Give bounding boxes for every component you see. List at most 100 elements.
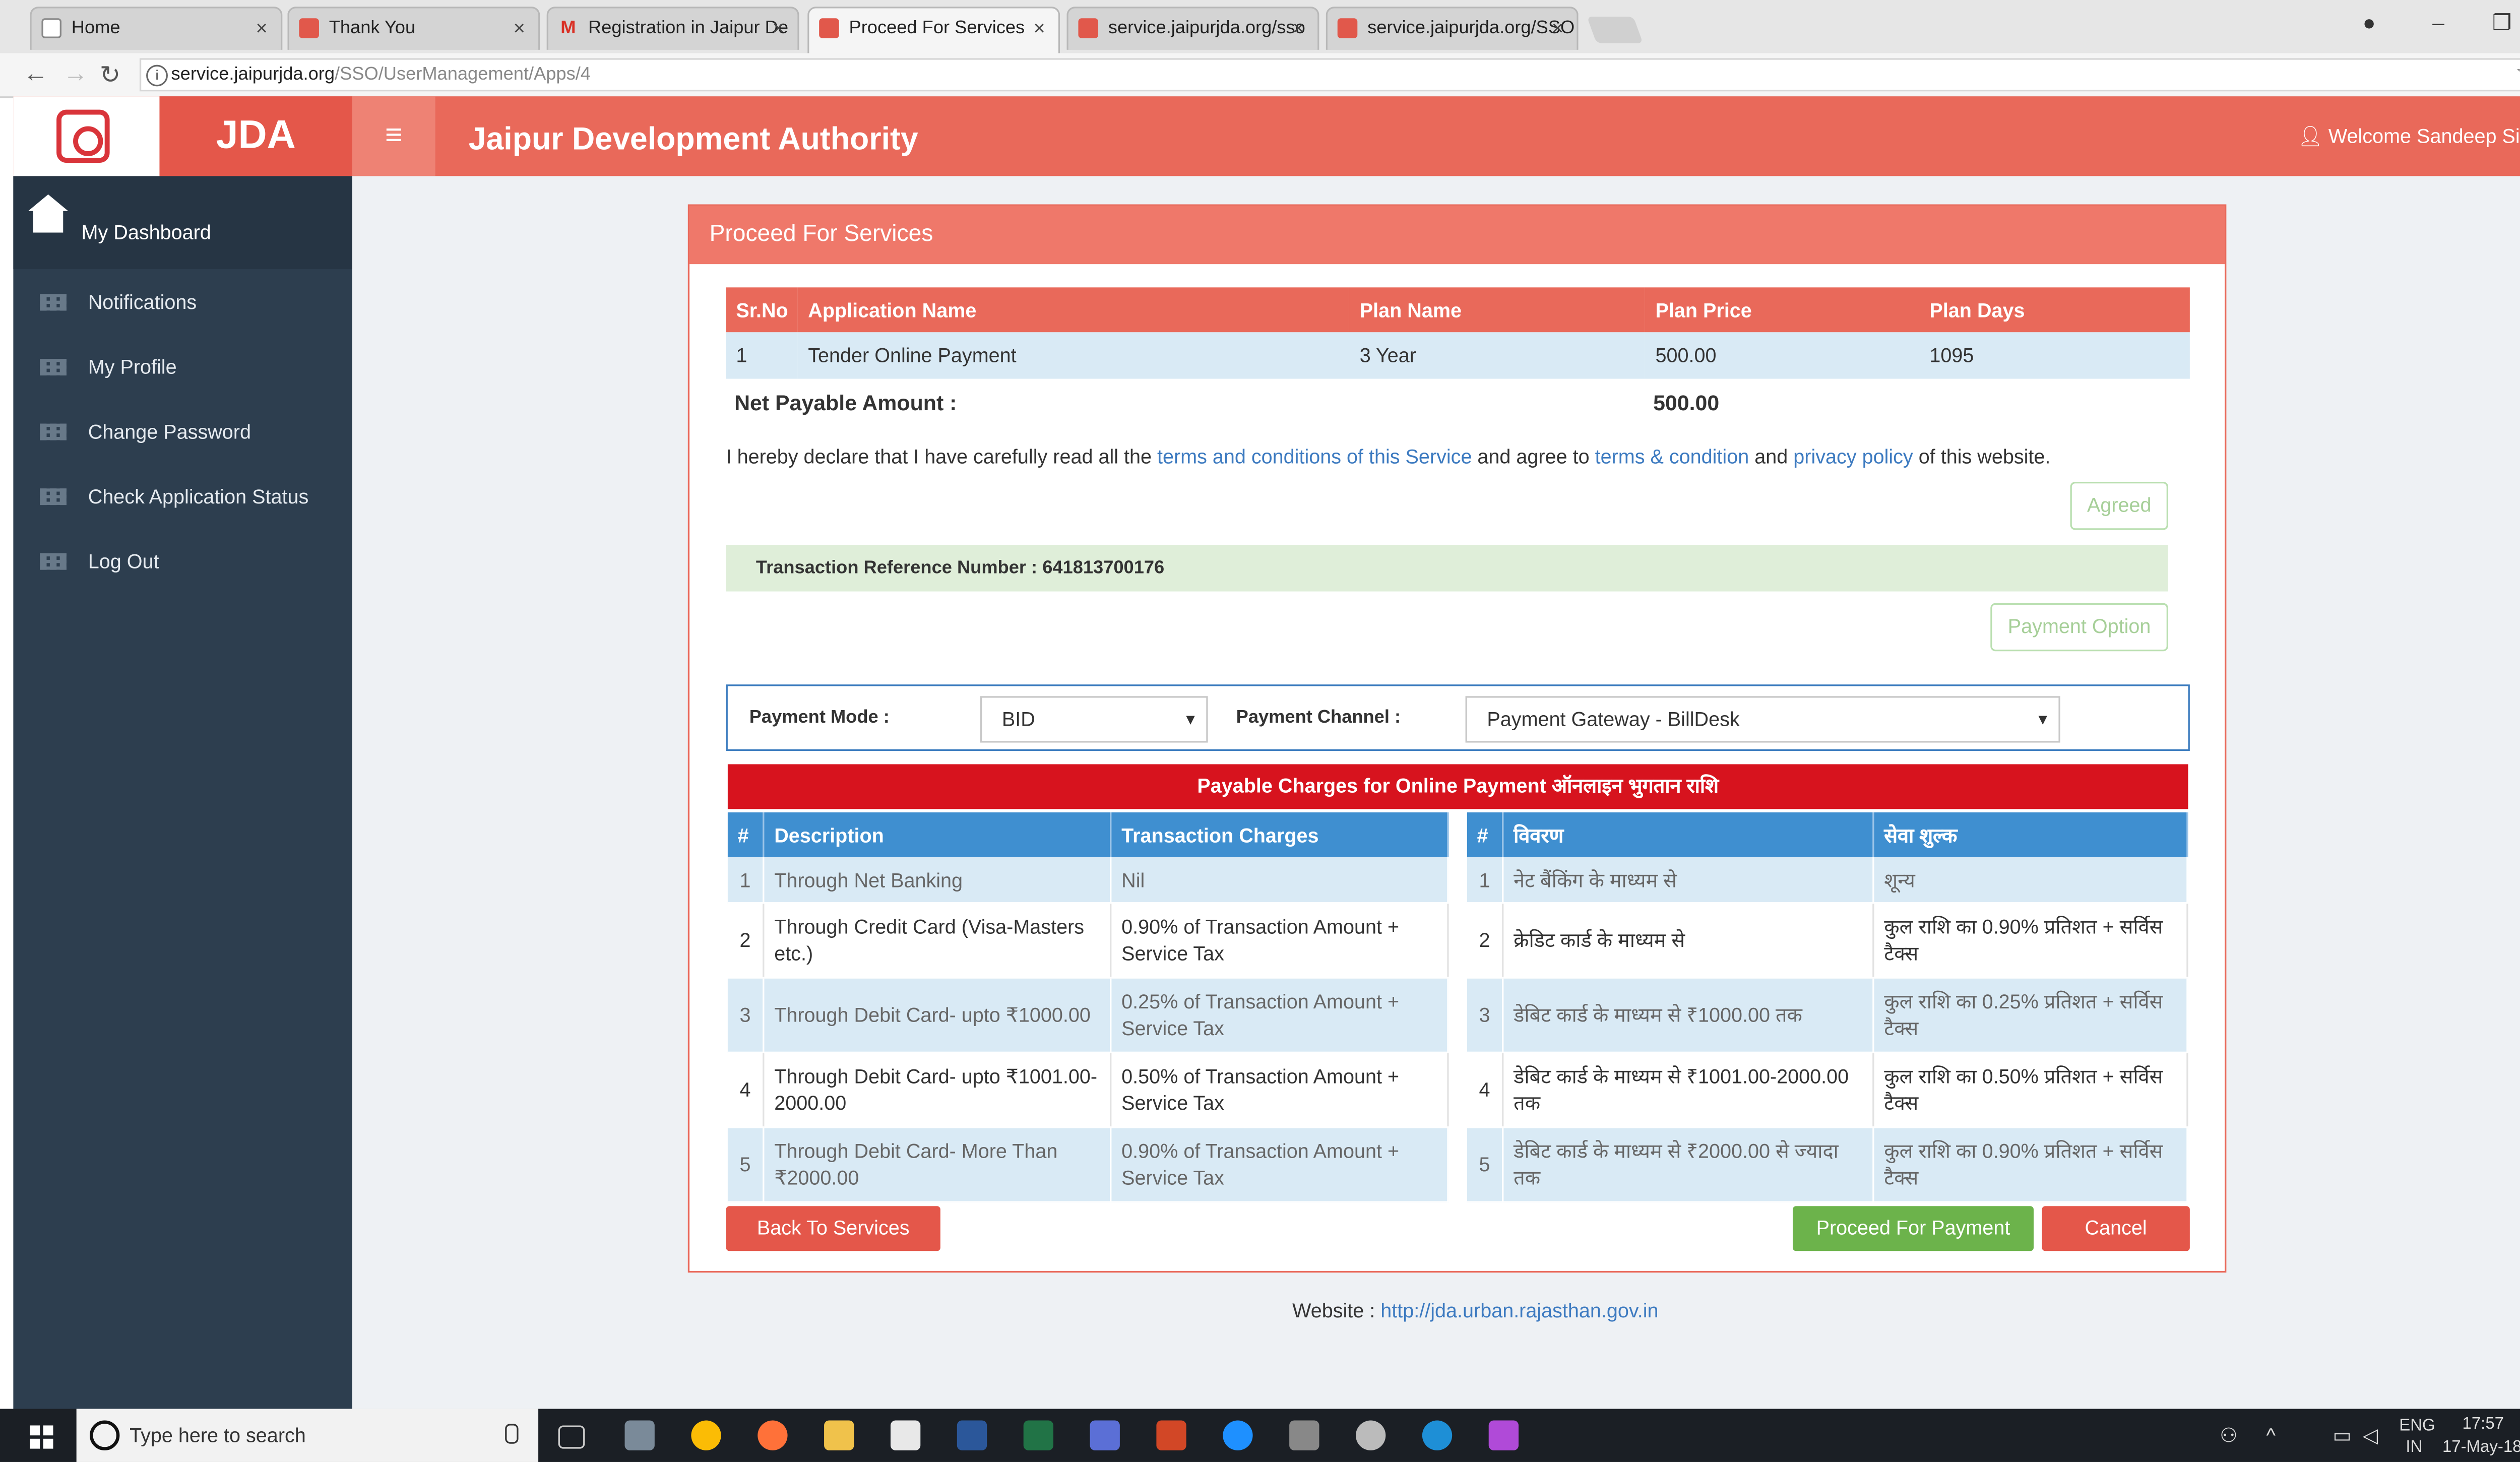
charges-table-hindi: # विवरण सेवा शुल्क 1 नेट बैंकिंग के माध्…: [1467, 812, 2188, 1203]
sidebar-item-label: Change Password: [88, 420, 251, 444]
firefox-icon[interactable]: [758, 1420, 788, 1450]
excel-icon[interactable]: [1023, 1420, 1054, 1450]
close-icon[interactable]: ×: [514, 8, 525, 49]
profile-icon[interactable]: ●: [2363, 10, 2376, 35]
table-cell: Nil: [1110, 857, 1449, 904]
user-menu[interactable]: 👤︎ Welcome Sandeep Singh ▾: [2298, 96, 2520, 176]
column-header: Application Name: [798, 287, 1350, 333]
file-explorer-icon[interactable]: [824, 1420, 854, 1450]
jda-favicon-icon: [1078, 18, 1099, 38]
column-header: विवरण: [1502, 812, 1874, 858]
mail-icon[interactable]: [890, 1420, 921, 1450]
sidebar-item-check-status[interactable]: Check Application Status: [13, 467, 352, 530]
chrome-icon[interactable]: [691, 1420, 721, 1450]
bookmark-star-icon[interactable]: ☆: [2515, 58, 2520, 86]
table-cell: शून्य: [1873, 857, 2188, 904]
close-icon[interactable]: ×: [773, 8, 784, 49]
teamviewer-icon[interactable]: [1223, 1420, 1253, 1450]
forward-arrow-icon[interactable]: →: [63, 60, 88, 88]
save-disk-icon[interactable]: [1090, 1420, 1120, 1450]
website-link[interactable]: http://jda.urban.rajasthan.gov.in: [1380, 1299, 1658, 1322]
network-icon[interactable]: ▭: [2333, 1424, 2351, 1447]
grid-icon: [40, 423, 67, 440]
agreed-button[interactable]: Agreed: [2070, 482, 2169, 530]
close-icon[interactable]: ×: [1033, 8, 1045, 49]
payment-mode-select[interactable]: BID ▼: [980, 696, 1208, 743]
jda-logo[interactable]: [13, 96, 160, 176]
app-icon[interactable]: [624, 1420, 655, 1450]
cortana-icon: [90, 1420, 120, 1450]
user-icon: 👤︎: [2297, 124, 2328, 148]
payment-channel-label: Payment Channel :: [1236, 708, 1401, 728]
windows-start-icon[interactable]: [30, 1425, 53, 1449]
close-icon[interactable]: ×: [256, 8, 268, 49]
column-header: #: [727, 812, 765, 858]
table-cell: 0.90% of Transaction Amount + Service Ta…: [1110, 903, 1449, 979]
new-tab-button[interactable]: [1587, 16, 1644, 43]
browser-tabstrip: Home × Thank You × M Registration in Jai…: [0, 0, 2520, 53]
microphone-icon[interactable]: [505, 1424, 519, 1444]
taskbar: Type here to search ⚇ ^ ▭ ◁ ENG IN 17:57…: [0, 1409, 2520, 1462]
sidebar-item-label: My Profile: [88, 355, 177, 379]
table-cell: Through Credit Card (Visa-Masters etc.): [763, 903, 1112, 979]
jda-favicon-icon: [299, 18, 319, 38]
terms-service-link[interactable]: terms and conditions of this Service: [1157, 445, 1472, 468]
back-arrow-icon[interactable]: ←: [23, 60, 48, 88]
close-icon[interactable]: ×: [1293, 8, 1304, 49]
sidebar-item-my-profile[interactable]: My Profile: [13, 337, 352, 400]
app-icon[interactable]: [1289, 1420, 1319, 1450]
browser-tab-registration[interactable]: M Registration in Jaipur De ×: [546, 7, 799, 50]
sidebar-item-change-password[interactable]: Change Password: [13, 402, 352, 465]
column-header: Plan Price: [1645, 287, 1920, 333]
sidebar-item-log-out[interactable]: Log Out: [13, 532, 352, 595]
cancel-button[interactable]: Cancel: [2042, 1206, 2190, 1251]
table-row: 1 Through Net Banking Nil: [727, 857, 1449, 904]
clock-date[interactable]: 17-May-18: [2442, 1439, 2520, 1457]
browser-tab-thank-you[interactable]: Thank You ×: [287, 7, 540, 50]
browser-tab-home[interactable]: Home ×: [30, 7, 283, 50]
powerpoint-icon[interactable]: [1156, 1420, 1186, 1450]
language-label[interactable]: ENG: [2399, 1417, 2435, 1435]
volume-icon[interactable]: ◁: [2363, 1424, 2378, 1447]
hamburger-menu-icon[interactable]: ≡: [352, 96, 435, 176]
brand-label[interactable]: JDA: [159, 96, 352, 176]
column-header: Transaction Charges: [1110, 812, 1449, 858]
browser-tab-sso-2[interactable]: service.jaipurjda.org/SSO ×: [1326, 7, 1579, 50]
reload-icon[interactable]: ↻: [100, 60, 120, 90]
word-icon[interactable]: [957, 1420, 987, 1450]
net-payable-value: 500.00: [1653, 390, 1720, 416]
back-to-services-button[interactable]: Back To Services: [726, 1206, 940, 1251]
jda-favicon-icon: [819, 18, 839, 38]
privacy-policy-link[interactable]: privacy policy: [1793, 445, 1913, 468]
app-icon[interactable]: [1355, 1420, 1386, 1450]
app-title: Jaipur Development Authority: [468, 122, 918, 158]
grid-icon: [40, 359, 67, 376]
taskbar-search[interactable]: Type here to search: [76, 1409, 539, 1462]
url-input[interactable]: i service.jaipurjda.org/SSO/UserManageme…: [139, 58, 2520, 92]
search-placeholder: Type here to search: [130, 1424, 306, 1447]
people-icon[interactable]: ⚇: [2220, 1424, 2237, 1447]
terms-condition-link[interactable]: terms & condition: [1595, 445, 1749, 468]
tab-title: Registration in Jaipur De: [588, 18, 789, 38]
payment-option-button[interactable]: Payment Option: [1990, 603, 2169, 652]
internet-explorer-icon[interactable]: [1422, 1420, 1453, 1450]
browser-tab-sso-1[interactable]: service.jaipurjda.org/sso ×: [1066, 7, 1319, 50]
sidebar-item-notifications[interactable]: Notifications: [13, 273, 352, 336]
tab-title: Home: [71, 18, 120, 38]
task-view-icon[interactable]: [558, 1425, 585, 1449]
browser-tab-proceed[interactable]: Proceed For Services ×: [807, 7, 1060, 53]
payment-channel-select[interactable]: Payment Gateway - BillDesk ▼: [1465, 696, 2060, 743]
close-icon[interactable]: ×: [1552, 8, 1563, 49]
app-icon[interactable]: [1488, 1420, 1519, 1450]
table-cell: कुल राशि का 0.90% प्रतिशत + सर्विस टैक्स: [1873, 903, 2188, 979]
proceed-for-payment-button[interactable]: Proceed For Payment: [1792, 1206, 2034, 1251]
info-icon[interactable]: i: [146, 65, 168, 87]
sidebar-item-dashboard[interactable]: My Dashboard: [13, 176, 352, 270]
declaration-part: and: [1749, 445, 1794, 469]
clock-time[interactable]: 17:57: [2462, 1416, 2504, 1434]
table-cell: 2: [727, 903, 765, 979]
table-cell: कुल राशि का 0.25% प्रतिशत + सर्विस टैक्स: [1873, 978, 2188, 1054]
restore-icon[interactable]: ❐: [2492, 10, 2511, 37]
minimize-icon[interactable]: –: [2432, 10, 2444, 35]
chevron-up-icon[interactable]: ^: [2266, 1424, 2276, 1447]
